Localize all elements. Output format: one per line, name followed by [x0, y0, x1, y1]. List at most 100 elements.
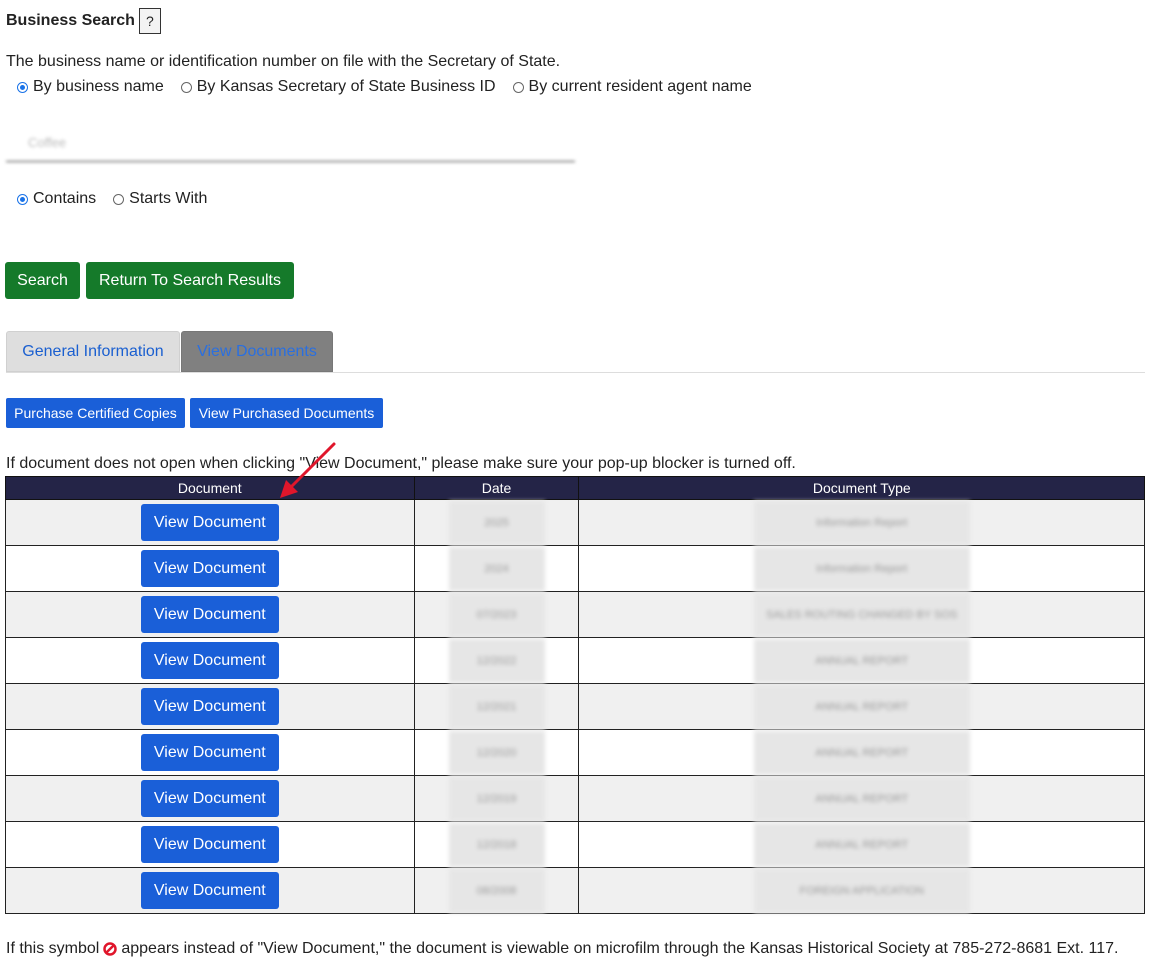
- table-header-row: Document Date Document Type: [5, 476, 1145, 500]
- document-type: Information Report: [753, 500, 970, 545]
- business-search-input[interactable]: [6, 124, 575, 162]
- radio-button[interactable]: [512, 81, 524, 93]
- radio-label: By Kansas Secretary of State Business ID: [196, 78, 496, 95]
- document-type: FOREIGN APPLICATION: [753, 868, 970, 913]
- column-header-document: Document: [5, 476, 415, 500]
- document-date: 07/2023: [448, 592, 545, 637]
- radio-button[interactable]: [113, 193, 125, 205]
- view-document-button[interactable]: View Document: [140, 642, 279, 679]
- date-cell: 12/2022: [413, 637, 580, 684]
- document-cell: View Document: [5, 499, 415, 546]
- search-button[interactable]: Search: [5, 262, 80, 299]
- date-cell: 2025: [413, 499, 580, 546]
- document-type-cell: ANNUAL REPORT: [578, 637, 1145, 684]
- radio-label: By business name: [33, 78, 164, 95]
- document-cell: View Document: [5, 821, 415, 868]
- radio-label: By current resident agent name: [528, 78, 752, 95]
- table-row: View Document 2025 Information Report: [5, 499, 1145, 546]
- radio-contains[interactable]: Contains: [17, 190, 96, 208]
- radio-by-business-id[interactable]: By Kansas Secretary of State Business ID: [180, 78, 496, 96]
- page-title: Business Search: [6, 12, 135, 29]
- radio-button[interactable]: [17, 81, 28, 93]
- view-document-button[interactable]: View Document: [140, 826, 279, 863]
- purchase-certified-copies-button[interactable]: Purchase Certified Copies: [6, 398, 185, 428]
- document-type-cell: Information Report: [578, 545, 1145, 592]
- popup-blocker-note: If document does not open when clicking …: [6, 455, 796, 472]
- document-date: 08/2008: [448, 868, 545, 913]
- document-date: 2024: [448, 546, 545, 591]
- return-to-results-button[interactable]: Return To Search Results: [86, 262, 294, 299]
- tab-view-documents[interactable]: View Documents: [181, 331, 333, 372]
- match-mode-group: Contains Starts With: [17, 190, 224, 208]
- table-row: View Document 12/2021 ANNUAL REPORT: [5, 683, 1145, 730]
- search-description: The business name or identification numb…: [6, 53, 561, 70]
- table-row: View Document 12/2019 ANNUAL REPORT: [5, 775, 1145, 822]
- table-row: View Document 08/2008 FOREIGN APPLICATION: [5, 867, 1145, 914]
- document-type: ANNUAL REPORT: [753, 684, 970, 729]
- tab-general-information[interactable]: General Information: [6, 331, 180, 372]
- document-type-cell: SALES ROUTING CHANGED BY SOS: [578, 591, 1145, 638]
- radio-button[interactable]: [180, 81, 192, 93]
- tabs-divider: [6, 372, 1145, 373]
- search-by-group: By business name By Kansas Secretary of …: [17, 78, 769, 96]
- view-document-button[interactable]: View Document: [140, 596, 279, 633]
- document-date: 12/2022: [448, 638, 545, 683]
- document-type-cell: ANNUAL REPORT: [578, 729, 1145, 776]
- date-cell: 12/2018: [413, 821, 580, 868]
- document-cell: View Document: [5, 867, 415, 914]
- document-type: ANNUAL REPORT: [753, 638, 970, 683]
- column-header-date: Date: [413, 476, 580, 500]
- document-type-cell: ANNUAL REPORT: [578, 821, 1145, 868]
- document-type: ANNUAL REPORT: [753, 776, 970, 821]
- view-document-button[interactable]: View Document: [140, 780, 279, 817]
- document-date: 12/2019: [448, 776, 545, 821]
- document-cell: View Document: [5, 775, 415, 822]
- view-document-button[interactable]: View Document: [140, 872, 279, 909]
- date-cell: 2024: [413, 545, 580, 592]
- date-cell: 12/2020: [413, 729, 580, 776]
- table-row: View Document 12/2022 ANNUAL REPORT: [5, 637, 1145, 684]
- document-cell: View Document: [5, 591, 415, 638]
- no-symbol-icon: [103, 942, 118, 956]
- document-cell: View Document: [5, 637, 415, 684]
- view-document-button[interactable]: View Document: [140, 688, 279, 725]
- footer-text-after: appears instead of "View Document," the …: [121, 940, 1119, 957]
- table-row: View Document 2024 Information Report: [5, 545, 1145, 592]
- radio-label: Starts With: [129, 190, 208, 207]
- view-purchased-documents-button[interactable]: View Purchased Documents: [190, 398, 383, 428]
- document-type-cell: FOREIGN APPLICATION: [578, 867, 1145, 914]
- radio-label: Contains: [33, 190, 97, 207]
- document-cell: View Document: [5, 683, 415, 730]
- view-document-button[interactable]: View Document: [140, 504, 279, 541]
- table-row: View Document 12/2018 ANNUAL REPORT: [5, 821, 1145, 868]
- radio-starts-with[interactable]: Starts With: [113, 190, 207, 208]
- help-button[interactable]: ?: [138, 8, 161, 34]
- documents-table: Document Date Document Type View Documen…: [5, 476, 1145, 914]
- table-row: View Document 07/2023 SALES ROUTING CHANGE…: [5, 591, 1145, 638]
- radio-by-business-name[interactable]: By business name: [17, 78, 164, 96]
- document-type: ANNUAL REPORT: [753, 730, 970, 775]
- radio-button[interactable]: [17, 193, 28, 205]
- document-date: 2025: [448, 500, 545, 545]
- document-type-cell: ANNUAL REPORT: [578, 775, 1145, 822]
- document-cell: View Document: [5, 729, 415, 776]
- table-row: View Document 12/2020 ANNUAL REPORT: [5, 729, 1145, 776]
- radio-by-agent-name[interactable]: By current resident agent name: [512, 78, 752, 96]
- date-cell: 08/2008: [413, 867, 580, 914]
- microfilm-footer-note: If this symbol appears instead of "View …: [6, 940, 1118, 958]
- view-document-button[interactable]: View Document: [140, 550, 279, 587]
- document-date: 12/2018: [448, 822, 545, 867]
- document-type: Information Report: [753, 546, 970, 591]
- annotation-arrow-icon: [280, 442, 336, 498]
- document-type: SALES ROUTING CHANGED BY SOS: [753, 592, 970, 637]
- document-type-cell: Information Report: [578, 499, 1145, 546]
- document-date: 12/2021: [448, 684, 545, 729]
- document-type: ANNUAL REPORT: [753, 822, 970, 867]
- document-type-cell: ANNUAL REPORT: [578, 683, 1145, 730]
- footer-text-before: If this symbol: [6, 940, 100, 957]
- document-cell: View Document: [5, 545, 415, 592]
- date-cell: 07/2023: [413, 591, 580, 638]
- view-document-button[interactable]: View Document: [140, 734, 279, 771]
- document-date: 12/2020: [448, 730, 545, 775]
- date-cell: 12/2021: [413, 683, 580, 730]
